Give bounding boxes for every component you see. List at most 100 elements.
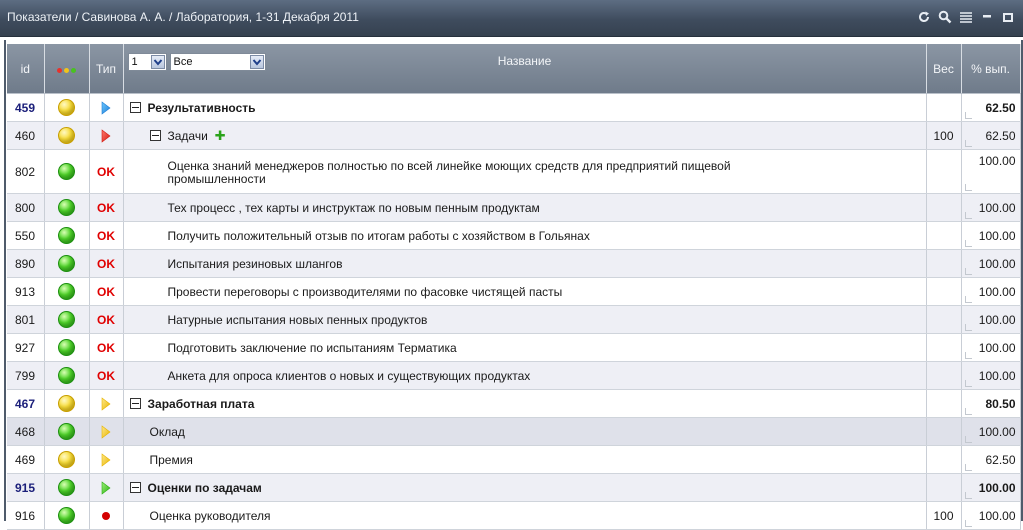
titlebar-icons	[917, 9, 1015, 25]
maximize-icon[interactable]	[1001, 10, 1015, 24]
table-row[interactable]: 467 Заработная плата 80.50	[7, 389, 1021, 418]
search-icon[interactable]	[938, 10, 952, 24]
table-row[interactable]: 550 OK Получить положительный отзыв по ито…	[7, 221, 1021, 250]
row-name[interactable]: Оценка руководителя	[123, 501, 927, 530]
row-weight[interactable]	[926, 193, 962, 222]
add-icon[interactable]: ✚	[215, 128, 226, 143]
resize-corner-icon	[964, 324, 972, 331]
row-percent-value: 100.00	[978, 312, 1016, 327]
table-row[interactable]: 913 OK Провести переговоры с производителя…	[7, 277, 1021, 306]
row-percent[interactable]: 100.00	[961, 149, 1021, 194]
refresh-icon[interactable]	[917, 10, 931, 24]
status-green-icon	[58, 255, 75, 272]
collapse-icon[interactable]	[149, 130, 161, 141]
column-header-weight[interactable]: Вес	[926, 44, 962, 94]
row-percent[interactable]: 62.50	[961, 445, 1021, 474]
row-name[interactable]: Провести переговоры с производителями по…	[123, 277, 927, 306]
row-weight[interactable]	[926, 361, 962, 390]
table-row[interactable]: 927 OK Подготовить заключение по испытания…	[7, 333, 1021, 362]
row-percent[interactable]: 62.50	[961, 93, 1021, 122]
row-id: 469	[7, 445, 45, 474]
collapse-icon[interactable]	[129, 102, 141, 114]
row-type: OK	[89, 277, 124, 306]
row-weight[interactable]	[926, 417, 962, 446]
table-row[interactable]: 916 Оценка руководителя 100 100.00	[7, 501, 1021, 530]
row-weight[interactable]	[926, 445, 962, 474]
row-name[interactable]: Тех процесс , тех карты и инструктаж по …	[123, 193, 927, 222]
row-percent[interactable]: 100.00	[961, 221, 1021, 250]
row-percent[interactable]: 80.50	[961, 389, 1021, 418]
row-weight[interactable]	[926, 277, 962, 306]
row-weight[interactable]	[926, 249, 962, 278]
row-percent[interactable]: 100.00	[961, 501, 1021, 530]
row-percent[interactable]: 100.00	[961, 361, 1021, 390]
column-header-id[interactable]: id	[7, 44, 45, 94]
row-weight[interactable]	[926, 305, 962, 334]
row-id: 913	[7, 277, 45, 306]
row-name[interactable]: Оценка знаний менеджеров полностью по вс…	[123, 149, 927, 194]
row-percent[interactable]: 100.00	[961, 277, 1021, 306]
row-name[interactable]: Заработная плата	[123, 389, 927, 418]
row-percent[interactable]: 62.50	[961, 121, 1021, 150]
row-name[interactable]: Оклад	[123, 417, 927, 446]
table-row[interactable]: 801 OK Натурные испытания новых пенных про…	[7, 305, 1021, 334]
row-weight[interactable]: 100	[926, 121, 962, 150]
column-header-type[interactable]: Тип	[89, 44, 124, 94]
row-name[interactable]: Подготовить заключение по испытаниям Тер…	[123, 333, 927, 362]
table-row[interactable]: 468 Оклад 100.00	[7, 417, 1021, 446]
column-header-percent[interactable]: % вып.	[961, 44, 1021, 94]
table-row[interactable]: 802 OK Оценка знаний менеджеров полностью …	[7, 149, 1021, 194]
column-header-name-label[interactable]: Название	[498, 54, 552, 68]
row-type: OK	[89, 249, 124, 278]
table-row[interactable]: 460 Задачи ✚ 100 62.50	[7, 121, 1021, 150]
collapse-icon[interactable]	[129, 482, 141, 494]
ok-label: OK	[97, 256, 115, 271]
row-weight[interactable]	[926, 389, 962, 418]
row-percent[interactable]: 100.00	[961, 417, 1021, 446]
row-weight[interactable]	[926, 473, 962, 502]
row-name[interactable]: Задачи ✚	[123, 121, 927, 150]
row-weight[interactable]	[926, 333, 962, 362]
row-name-label: Получить положительный отзыв по итогам р…	[167, 228, 590, 243]
row-name[interactable]: Оценки по задачам	[123, 473, 927, 502]
column-header-status[interactable]	[44, 44, 90, 94]
row-name[interactable]: Результативность	[123, 93, 927, 122]
resize-corner-icon	[964, 296, 972, 303]
row-name[interactable]: Натурные испытания новых пенных продукто…	[123, 305, 927, 334]
status-lights-icon	[57, 67, 76, 73]
collapse-icon[interactable]	[129, 398, 141, 410]
row-id: 916	[7, 501, 45, 530]
row-weight-value: 100	[933, 128, 954, 143]
table-row[interactable]: 800 OK Тех процесс , тех карты и инструкта…	[7, 193, 1021, 222]
row-percent[interactable]: 100.00	[961, 193, 1021, 222]
row-name[interactable]: Премия	[123, 445, 927, 474]
filter-select[interactable]: Все	[169, 53, 266, 71]
row-percent[interactable]: 100.00	[961, 333, 1021, 362]
level-select[interactable]: 1	[127, 53, 167, 71]
row-weight[interactable]: 100	[926, 501, 962, 530]
row-percent[interactable]: 100.00	[961, 305, 1021, 334]
row-type	[89, 473, 124, 502]
grid-frame: id Тип 1 Все Название Вес % вып. 459 Рез…	[4, 40, 1023, 530]
table-row[interactable]: 890 OK Испытания резиновых шлангов 100.00	[7, 249, 1021, 278]
table-row[interactable]: 799 OK Анкета для опроса клиентов о новых …	[7, 361, 1021, 390]
row-weight[interactable]	[926, 93, 962, 122]
row-weight[interactable]	[926, 221, 962, 250]
resize-corner-icon	[964, 140, 972, 147]
row-weight[interactable]	[926, 149, 962, 194]
list-icon[interactable]	[959, 10, 973, 24]
table-row[interactable]: 469 Премия 62.50	[7, 445, 1021, 474]
row-name-label: Оценка знаний менеджеров полностью по вс…	[167, 158, 731, 186]
row-name[interactable]: Получить положительный отзыв по итогам р…	[123, 221, 927, 250]
table-row[interactable]: 915 Оценки по задачам 100.00	[7, 473, 1021, 502]
minimize-icon[interactable]	[980, 10, 994, 24]
row-name[interactable]: Испытания резиновых шлангов	[123, 249, 927, 278]
row-name[interactable]: Анкета для опроса клиентов о новых и сущ…	[123, 361, 927, 390]
row-weight-value: 100	[933, 508, 954, 523]
row-status	[44, 417, 90, 446]
row-type	[89, 121, 124, 150]
table-row[interactable]: 459 Результативность 62.50	[7, 93, 1021, 122]
row-percent[interactable]: 100.00	[961, 249, 1021, 278]
row-percent[interactable]: 100.00	[961, 473, 1021, 502]
row-status	[44, 221, 90, 250]
